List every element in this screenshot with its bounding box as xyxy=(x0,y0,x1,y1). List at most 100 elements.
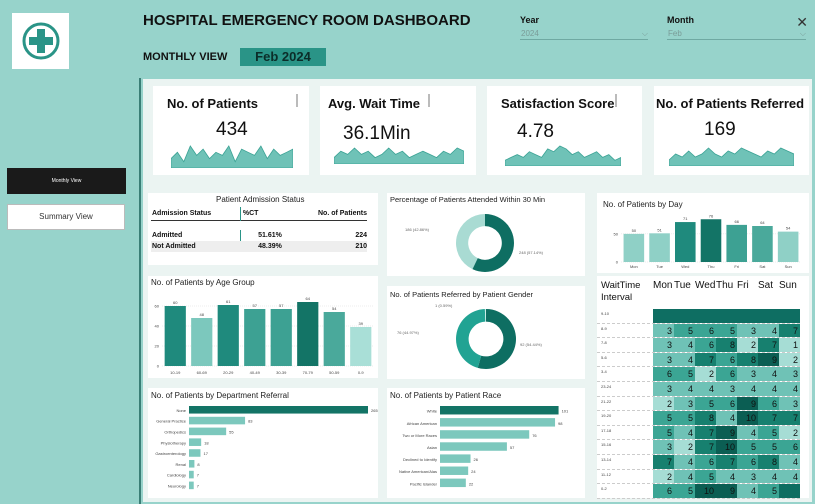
heatmap-cell[interactable] xyxy=(758,309,779,323)
heatmap-cell[interactable]: 6 xyxy=(758,396,779,411)
heatmap-cell[interactable]: 3 xyxy=(737,323,758,338)
bar[interactable] xyxy=(350,327,372,366)
heatmap-cell[interactable]: 5 xyxy=(653,425,674,440)
heatmap-cell[interactable]: 3 xyxy=(737,469,758,484)
heatmap-cell[interactable]: 3 xyxy=(653,381,674,396)
heatmap-cell[interactable]: 5 xyxy=(695,396,716,411)
bar[interactable] xyxy=(726,224,747,262)
heatmap-cell[interactable]: 6 xyxy=(653,367,674,381)
year-slicer[interactable]: Year 2024 ⌵ xyxy=(520,15,648,40)
bar[interactable] xyxy=(440,442,507,451)
heatmap-cell[interactable]: 4 xyxy=(674,469,695,484)
heatmap-cell[interactable] xyxy=(779,484,800,498)
bar[interactable] xyxy=(217,305,239,366)
heatmap-cell[interactable]: 6 xyxy=(695,454,716,469)
heatmap-cell[interactable]: 7 xyxy=(653,454,674,469)
heatmap-cell[interactable]: 4 xyxy=(716,411,737,425)
heatmap-cell[interactable]: 4 xyxy=(674,338,695,352)
bar[interactable] xyxy=(675,222,696,262)
bar[interactable] xyxy=(189,460,195,468)
heatmap-cell[interactable]: 5 xyxy=(674,367,695,381)
heatmap-cell[interactable]: 2 xyxy=(653,469,674,484)
heatmap-cell[interactable]: 9 xyxy=(716,425,737,440)
heatmap-cell[interactable]: 2 xyxy=(653,396,674,411)
heatmap-cell[interactable]: 4 xyxy=(779,469,800,484)
heatmap-cell[interactable]: 4 xyxy=(758,381,779,396)
month-slicer[interactable]: Month Feb ⌵ xyxy=(667,15,806,40)
heatmap-cell[interactable] xyxy=(695,309,716,323)
heatmap-cell[interactable]: 5 xyxy=(758,484,779,498)
heatmap-cell[interactable]: 5 xyxy=(737,440,758,454)
heatmap-cell[interactable]: 5 xyxy=(695,469,716,484)
heatmap-cell[interactable]: 5 xyxy=(674,411,695,425)
heatmap-cell[interactable]: 3 xyxy=(716,381,737,396)
heatmap-cell[interactable]: 8 xyxy=(737,352,758,367)
heatmap-cell[interactable]: 10 xyxy=(737,411,758,425)
heatmap-cell[interactable]: 3 xyxy=(779,367,800,381)
heatmap-cell[interactable]: 2 xyxy=(779,352,800,367)
heatmap-cell[interactable]: 10 xyxy=(716,440,737,454)
monthly-view-button[interactable]: Monthly View xyxy=(7,168,126,194)
heatmap-cell[interactable]: 6 xyxy=(716,396,737,411)
heatmap-cell[interactable]: 4 xyxy=(779,454,800,469)
heatmap-cell[interactable]: 10 xyxy=(695,484,716,498)
month-dropdown[interactable]: Feb ⌵ xyxy=(667,28,806,40)
bar[interactable] xyxy=(440,406,559,415)
bar[interactable] xyxy=(191,318,213,366)
heatmap-cell[interactable]: 4 xyxy=(737,484,758,498)
heatmap-cell[interactable]: 2 xyxy=(779,425,800,440)
heatmap-cell[interactable] xyxy=(653,309,674,323)
heatmap-cell[interactable]: 7 xyxy=(779,323,800,338)
heatmap-cell[interactable]: 5 xyxy=(716,323,737,338)
heatmap-cell[interactable] xyxy=(674,309,695,323)
heatmap-cell[interactable]: 4 xyxy=(674,425,695,440)
bar[interactable] xyxy=(777,231,799,262)
heatmap-cell[interactable]: 1 xyxy=(779,338,800,352)
heatmap-cell[interactable]: 8 xyxy=(758,454,779,469)
heatmap-cell[interactable]: 2 xyxy=(674,440,695,454)
bar[interactable] xyxy=(440,454,471,463)
bar[interactable] xyxy=(323,312,345,366)
heatmap-cell[interactable]: 6 xyxy=(653,484,674,498)
heatmap-cell[interactable] xyxy=(779,309,800,323)
heatmap-cell[interactable]: 5 xyxy=(758,425,779,440)
heatmap-cell[interactable]: 7 xyxy=(716,454,737,469)
summary-view-button[interactable]: Summary View xyxy=(7,204,125,230)
heatmap-cell[interactable]: 4 xyxy=(758,367,779,381)
bar[interactable] xyxy=(189,449,201,457)
heatmap-cell[interactable]: 3 xyxy=(653,352,674,367)
heatmap-cell[interactable]: 4 xyxy=(758,469,779,484)
heatmap-cell[interactable]: 9 xyxy=(716,484,737,498)
bar[interactable] xyxy=(440,430,530,439)
bar[interactable] xyxy=(244,309,266,366)
bar[interactable] xyxy=(623,233,645,262)
heatmap-cell[interactable]: 4 xyxy=(716,469,737,484)
heatmap-cell[interactable]: 7 xyxy=(695,352,716,367)
heatmap-cell[interactable]: 6 xyxy=(716,367,737,381)
heatmap-cell[interactable]: 3 xyxy=(737,367,758,381)
heatmap-cell[interactable]: 5 xyxy=(674,484,695,498)
heatmap-cell[interactable]: 7 xyxy=(695,425,716,440)
bar[interactable] xyxy=(270,309,292,366)
bar[interactable] xyxy=(189,427,227,436)
heatmap-cell[interactable]: 4 xyxy=(737,381,758,396)
heatmap-cell[interactable]: 2 xyxy=(737,338,758,352)
close-icon[interactable]: ✕ xyxy=(796,14,808,31)
heatmap-cell[interactable]: 3 xyxy=(653,338,674,352)
heatmap-cell[interactable]: 3 xyxy=(779,396,800,411)
bar[interactable] xyxy=(752,226,773,262)
bar[interactable] xyxy=(297,302,319,366)
heatmap-cell[interactable]: 6 xyxy=(737,454,758,469)
heatmap-cell[interactable]: 3 xyxy=(653,440,674,454)
heatmap-cell[interactable]: 4 xyxy=(779,381,800,396)
bar[interactable] xyxy=(189,470,194,479)
heatmap-cell[interactable]: 5 xyxy=(674,323,695,338)
heatmap-cell[interactable]: 7 xyxy=(779,411,800,425)
heatmap-cell[interactable]: 2 xyxy=(695,367,716,381)
bar[interactable] xyxy=(440,418,556,427)
bar[interactable] xyxy=(700,219,722,262)
heatmap-cell[interactable]: 4 xyxy=(695,381,716,396)
heatmap-cell[interactable] xyxy=(716,309,737,323)
heatmap-cell[interactable]: 6 xyxy=(716,352,737,367)
bar[interactable] xyxy=(189,481,194,490)
